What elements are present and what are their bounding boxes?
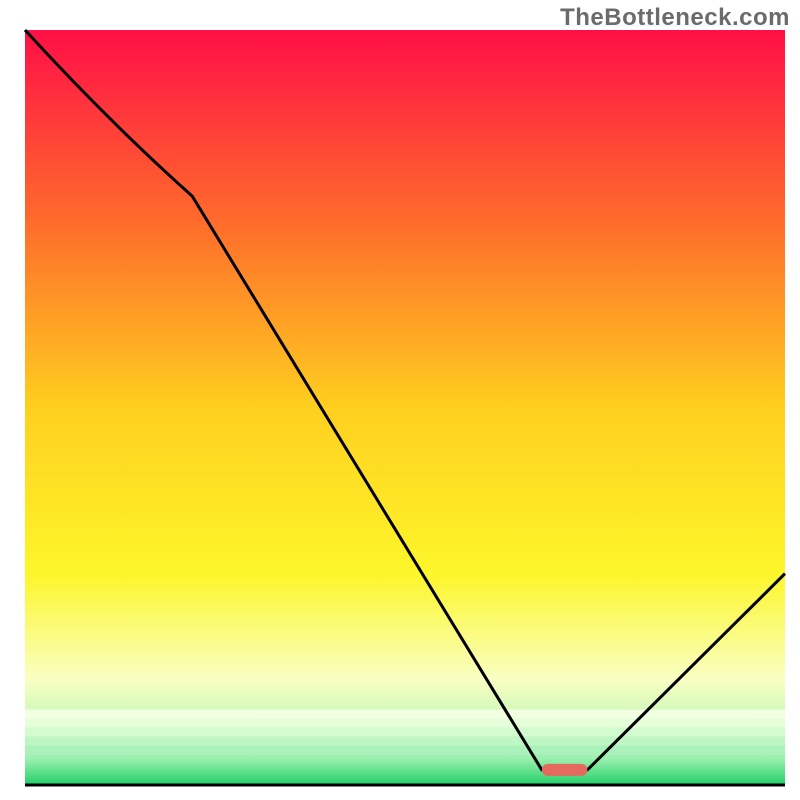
chart-container: TheBottleneck.com [0,0,800,800]
optimum-marker [542,764,588,776]
plot-area [25,30,785,785]
bottleneck-chart [0,0,800,800]
plot-background [25,30,785,785]
bottom-strata [25,710,785,755]
watermark-text: TheBottleneck.com [560,4,790,32]
